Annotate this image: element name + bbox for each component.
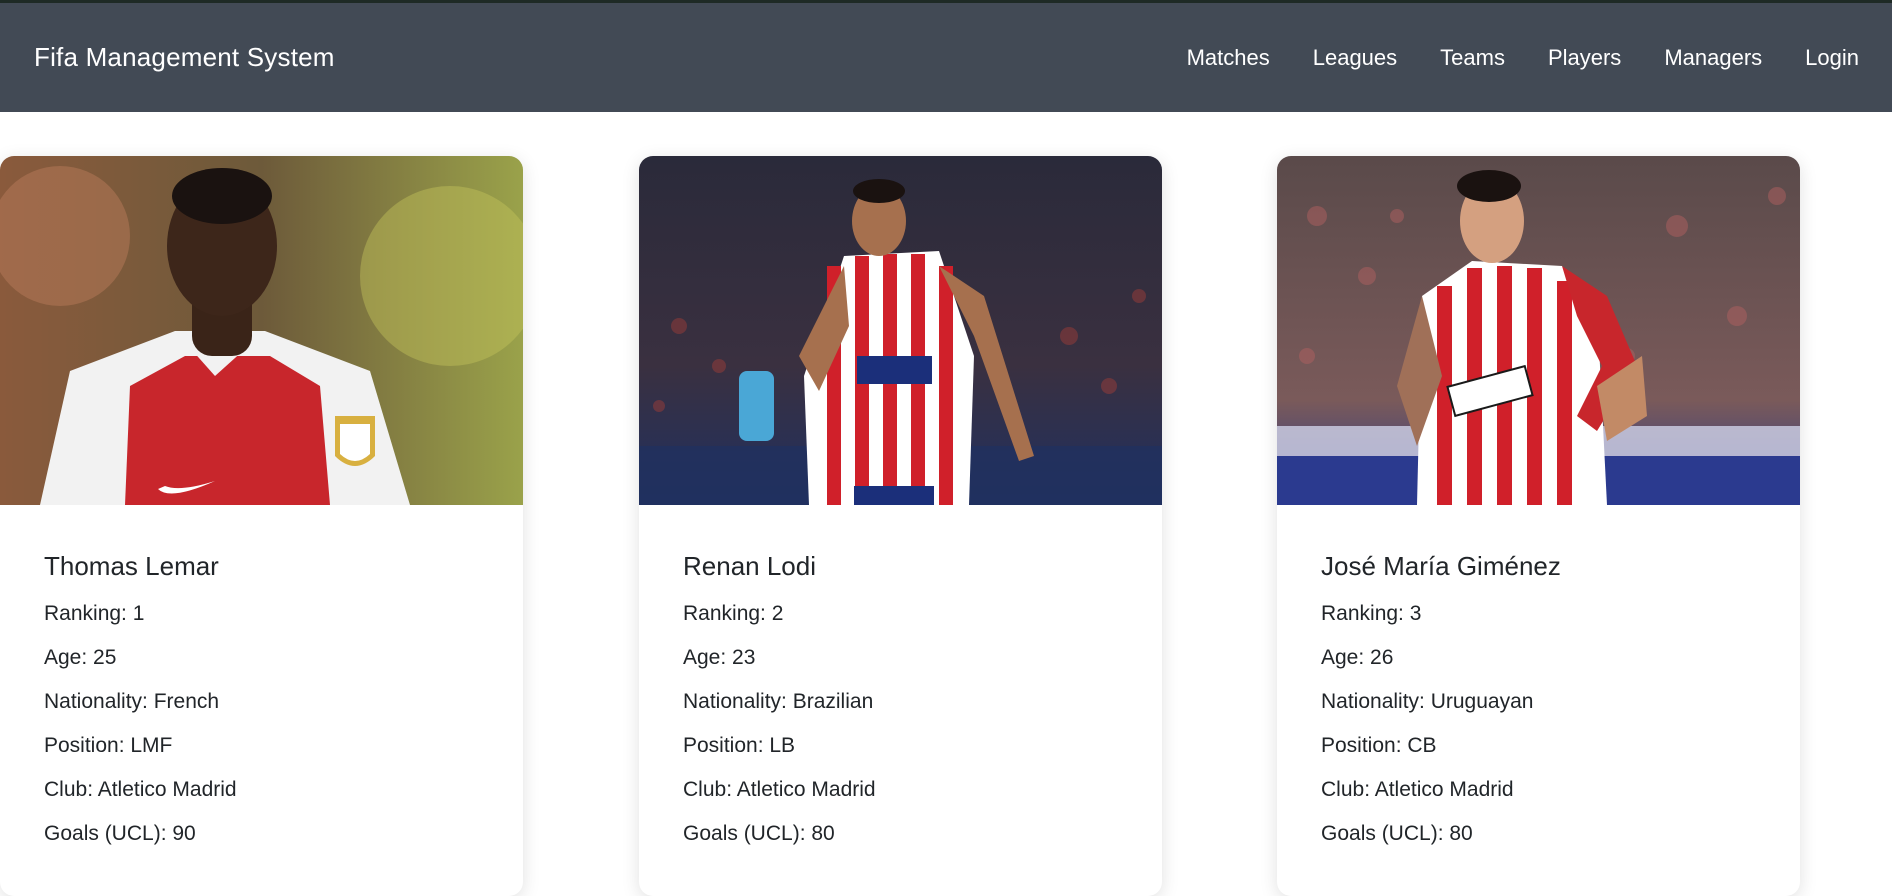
player-age: Age: 26 [1321,646,1394,669]
player-position: Position: CB [1321,734,1437,757]
nav-links: Matches Leagues Teams Players Managers L… [1144,45,1859,71]
nav-players[interactable]: Players [1548,45,1621,71]
player-age: Age: 25 [44,646,117,669]
player-nationality: Nationality: Brazilian [683,690,874,713]
player-goals: Goals (UCL): 80 [683,822,835,845]
player-goals: Goals (UCL): 90 [44,822,196,845]
player-ranking: Ranking: 3 [1321,602,1422,625]
player-ranking: Ranking: 2 [683,602,784,625]
player-name: José María Giménez [1321,551,1561,581]
player-photo [639,156,1162,505]
player-card[interactable]: Renan Lodi Ranking: 2 Age: 23 Nationalit… [639,156,1162,896]
player-nationality: Nationality: Uruguayan [1321,690,1534,713]
player-card[interactable]: José María Giménez Ranking: 3 Age: 26 Na… [1277,156,1800,896]
player-position: Position: LB [683,734,796,757]
player-age: Age: 23 [683,646,756,669]
nav-teams[interactable]: Teams [1440,45,1505,71]
nav-login[interactable]: Login [1805,45,1859,71]
nav-matches[interactable]: Matches [1187,45,1270,71]
nav-managers[interactable]: Managers [1664,45,1762,71]
player-name: Renan Lodi [683,551,816,581]
player-card[interactable]: Thomas Lemar Ranking: 1 Age: 25 National… [0,156,523,896]
player-cards: Thomas Lemar Ranking: 1 Age: 25 National… [0,112,1892,896]
player-ranking: Ranking: 1 [44,602,145,625]
player-club: Club: Atletico Madrid [44,778,237,801]
player-photo [1277,156,1800,505]
nav-leagues[interactable]: Leagues [1313,45,1397,71]
player-goals: Goals (UCL): 80 [1321,822,1473,845]
player-name: Thomas Lemar [44,551,219,581]
brand-link[interactable]: Fifa Management System [34,42,335,73]
player-position: Position: LMF [44,734,173,757]
navbar: Fifa Management System Matches Leagues T… [0,3,1892,112]
player-club: Club: Atletico Madrid [683,778,876,801]
player-nationality: Nationality: French [44,690,220,713]
player-club: Club: Atletico Madrid [1321,778,1514,801]
player-photo [0,156,523,505]
